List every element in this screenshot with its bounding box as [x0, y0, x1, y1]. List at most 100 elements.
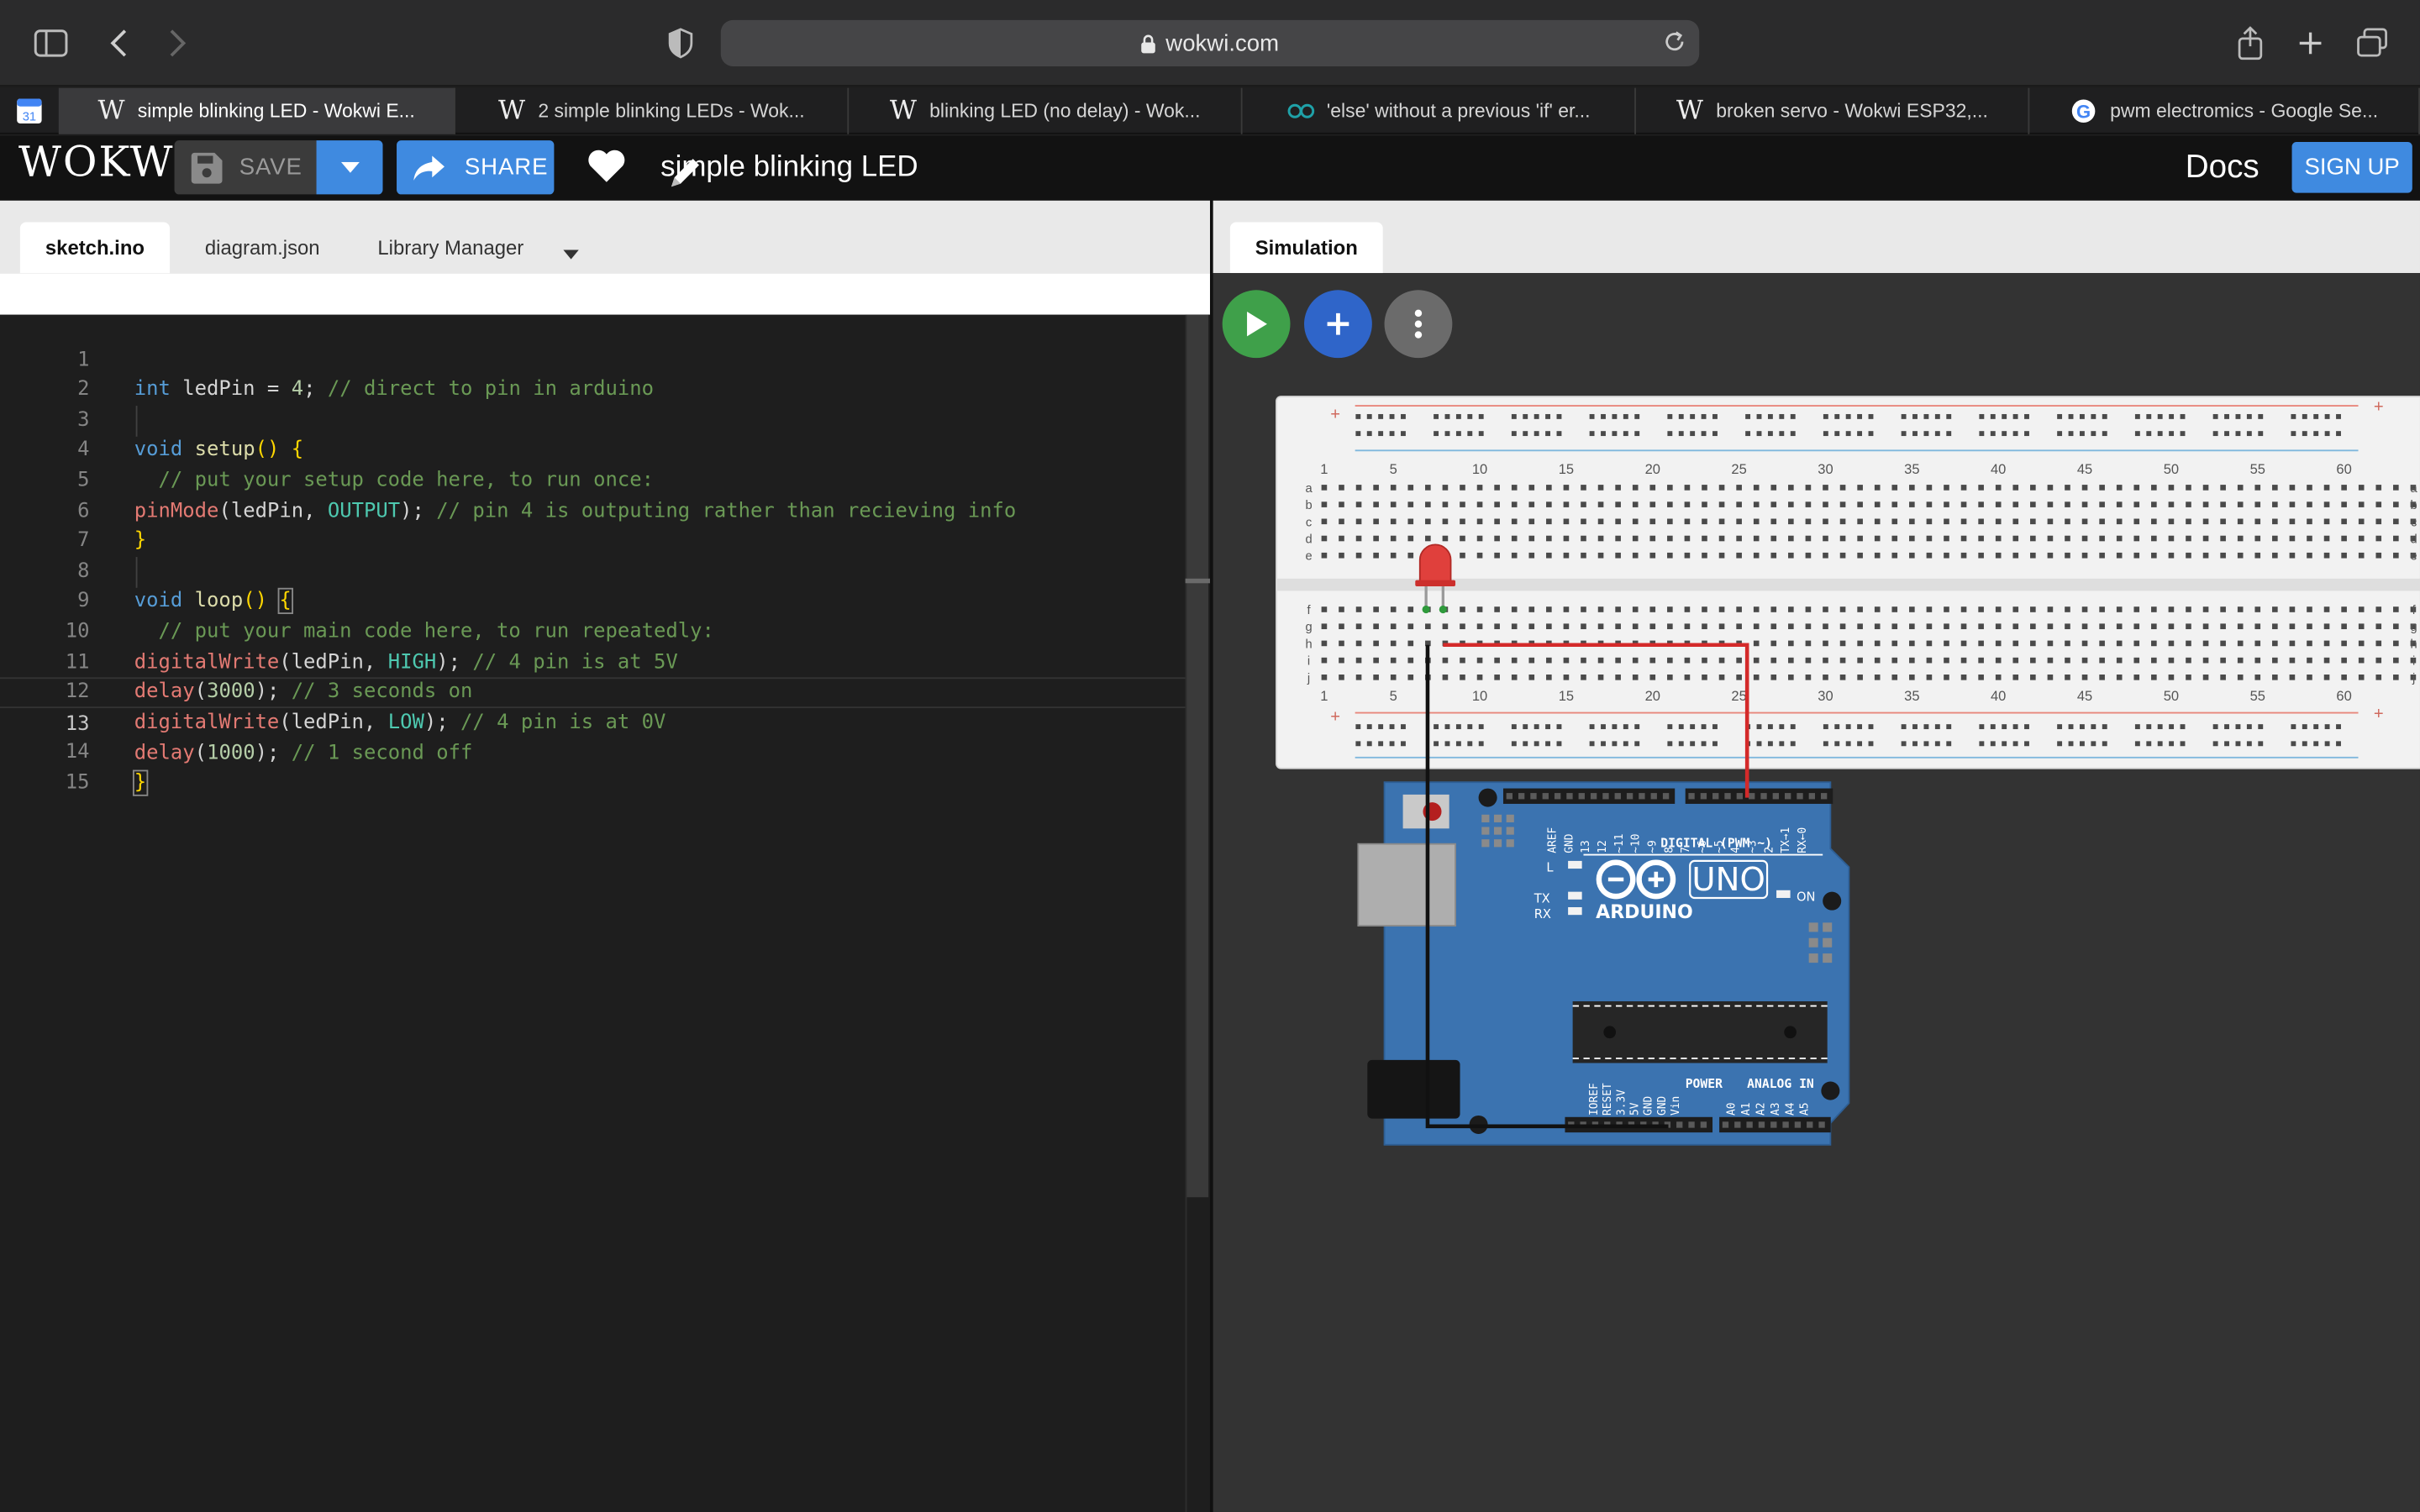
code-line: 11 delay(3000); // 3 seconds on — [0, 617, 1210, 704]
arduino-uno-board[interactable]: UNO ARDUINO DIGITAL (PWM ~) POWER ANALOG… — [1357, 781, 1850, 1146]
row-label: j — [1307, 672, 1310, 685]
pin-label: 5V — [1629, 1102, 1642, 1116]
column-label: 10 — [1472, 461, 1487, 477]
browser-tab-4[interactable]: 'else' without a previous 'if' er... — [1243, 87, 1636, 134]
code-line: 14 } — [0, 708, 1210, 796]
simulation-canvas[interactable]: 1 5 10 15 20 25 30 35 40 45 50 55 60 1 5 10 15 20 25 30 35 4… — [1213, 273, 2420, 1512]
pin-label: GND — [1643, 1096, 1655, 1116]
column-label: 55 — [2250, 688, 2265, 704]
more-files-dropdown-icon[interactable] — [563, 239, 579, 267]
sidebar-toggle-icon[interactable] — [29, 22, 72, 65]
forward-icon[interactable] — [156, 22, 199, 65]
pin-label: A0 — [1725, 1102, 1738, 1115]
row-label: g — [2411, 621, 2417, 634]
tab-title: broken servo - Wokwi ESP32,... — [1716, 100, 1988, 123]
new-tab-icon[interactable] — [2289, 22, 2332, 65]
sign-up-button[interactable]: SIGN UP — [2291, 141, 2412, 193]
tab-simulation[interactable]: Simulation — [1229, 222, 1383, 274]
lock-icon — [1141, 34, 1156, 53]
docs-link[interactable]: Docs — [2186, 150, 2260, 186]
column-label: 15 — [1559, 461, 1574, 477]
like-heart-icon[interactable] — [587, 150, 627, 192]
pin-label: 2 — [1763, 847, 1776, 853]
tab-title: 'else' without a previous 'if' er... — [1326, 100, 1591, 123]
browser-tab-3[interactable]: W blinking LED (no delay) - Wok... — [849, 87, 1243, 134]
column-label: 45 — [2077, 461, 2092, 477]
save-button[interactable]: SAVE — [174, 140, 317, 195]
browser-tab-6[interactable]: G pwm electromics - Google Se... — [2029, 87, 2420, 134]
power-label: POWER — [1686, 1077, 1723, 1091]
column-label: 60 — [2336, 688, 2351, 704]
pin-label: ~11 — [1613, 834, 1626, 853]
pin-label: RX←0 — [1797, 827, 1809, 853]
pin-label: TX→1 — [1780, 827, 1792, 853]
floppy-disk-icon — [191, 151, 223, 183]
share-button[interactable]: SHARE — [397, 140, 555, 195]
scrollbar-cursor-marker — [1185, 578, 1210, 584]
code-line: 6 } — [0, 466, 1210, 553]
svg-text:31: 31 — [23, 110, 36, 123]
uno-label: UNO — [1691, 861, 1765, 899]
tx-label: TX — [1534, 891, 1550, 906]
share-page-icon[interactable] — [2228, 22, 2271, 65]
pin-label: GND — [1656, 1096, 1669, 1116]
rail-plus-label: + — [2374, 705, 2384, 723]
caret-down-icon — [339, 160, 360, 172]
wokwi-logo[interactable]: WOKWI — [18, 139, 192, 186]
column-label: 50 — [2164, 688, 2179, 704]
more-options-button[interactable] — [1384, 290, 1453, 359]
pinned-tab-calendar[interactable]: 31 — [0, 88, 59, 134]
browser-tab-2[interactable]: W 2 simple blinking LEDs - Wok... — [455, 87, 850, 134]
line-number: 15 — [65, 771, 90, 795]
code-line: 10 digitalWrite(ledPin, HIGH); // 4 pin … — [0, 587, 1210, 674]
run-simulation-button[interactable] — [1222, 290, 1291, 359]
tab-sketch-ino[interactable]: sketch.ino — [19, 222, 171, 274]
code-line: 4 // put your setup code here, to run on… — [0, 406, 1210, 492]
url-text: wokwi.com — [1165, 29, 1280, 57]
column-label: 55 — [2250, 461, 2265, 477]
pin-label: AREF — [1546, 827, 1559, 853]
pin-label: ~10 — [1630, 834, 1643, 853]
column-label: 20 — [1645, 461, 1660, 477]
share-arrow-icon — [413, 155, 445, 180]
pin-label: ~6 — [1697, 840, 1709, 853]
column-label: 1 — [1320, 688, 1328, 704]
reload-icon[interactable] — [1662, 29, 1686, 60]
code-line: 15 — [0, 738, 1210, 795]
row-label: h — [1305, 638, 1312, 651]
browser-tab-1[interactable]: W simple blinking LED - Wokwi E... — [58, 87, 455, 134]
pin-label: A5 — [1799, 1102, 1812, 1115]
plus-icon — [1327, 312, 1349, 335]
add-part-button[interactable] — [1304, 290, 1372, 359]
column-label: 40 — [1991, 688, 2006, 704]
row-label: e — [1305, 550, 1312, 564]
kebab-menu-icon — [1414, 309, 1423, 339]
usb-port — [1357, 843, 1456, 927]
browser-tab-5[interactable]: W broken servo - Wokwi ESP32,... — [1636, 87, 2030, 134]
row-label: c — [1306, 516, 1312, 529]
edit-title-pencil-icon[interactable] — [666, 155, 703, 199]
rail-plus-label: + — [2374, 397, 2384, 416]
row-label: b — [2411, 499, 2417, 512]
tab-overview-icon[interactable] — [2350, 22, 2393, 65]
app-window: wokwi.com 31 W simple blinking LED - Wok… — [0, 0, 2420, 1512]
privacy-shield-icon[interactable] — [659, 22, 702, 65]
column-label: 1 — [1320, 461, 1328, 477]
column-label: 35 — [1904, 688, 1919, 704]
column-label: 10 — [1472, 688, 1487, 704]
save-options-dropdown[interactable] — [316, 140, 383, 195]
arduino-favicon-icon — [1286, 97, 1314, 125]
column-label: 35 — [1904, 461, 1919, 477]
code-line: 7 — [0, 496, 1210, 553]
app-header: WOKWI SAVE SHARE simple blinking LED Doc… — [0, 135, 2420, 201]
code-editor[interactable]: 1 int ledPin = 4; // direct to pin in ar… — [0, 314, 1210, 1512]
address-bar[interactable]: wokwi.com — [720, 19, 1700, 66]
tab-library-manager[interactable]: Library Manager — [355, 222, 546, 273]
tab-diagram-json[interactable]: diagram.json — [182, 222, 343, 273]
editor-scrollbar-thumb[interactable] — [1186, 314, 1209, 1198]
row-label: i — [1307, 655, 1310, 669]
arduino-brand-label: ARDUINO — [1596, 902, 1693, 923]
pin-label: A2 — [1754, 1102, 1767, 1115]
back-icon[interactable] — [97, 22, 140, 65]
column-label: 15 — [1559, 688, 1574, 704]
